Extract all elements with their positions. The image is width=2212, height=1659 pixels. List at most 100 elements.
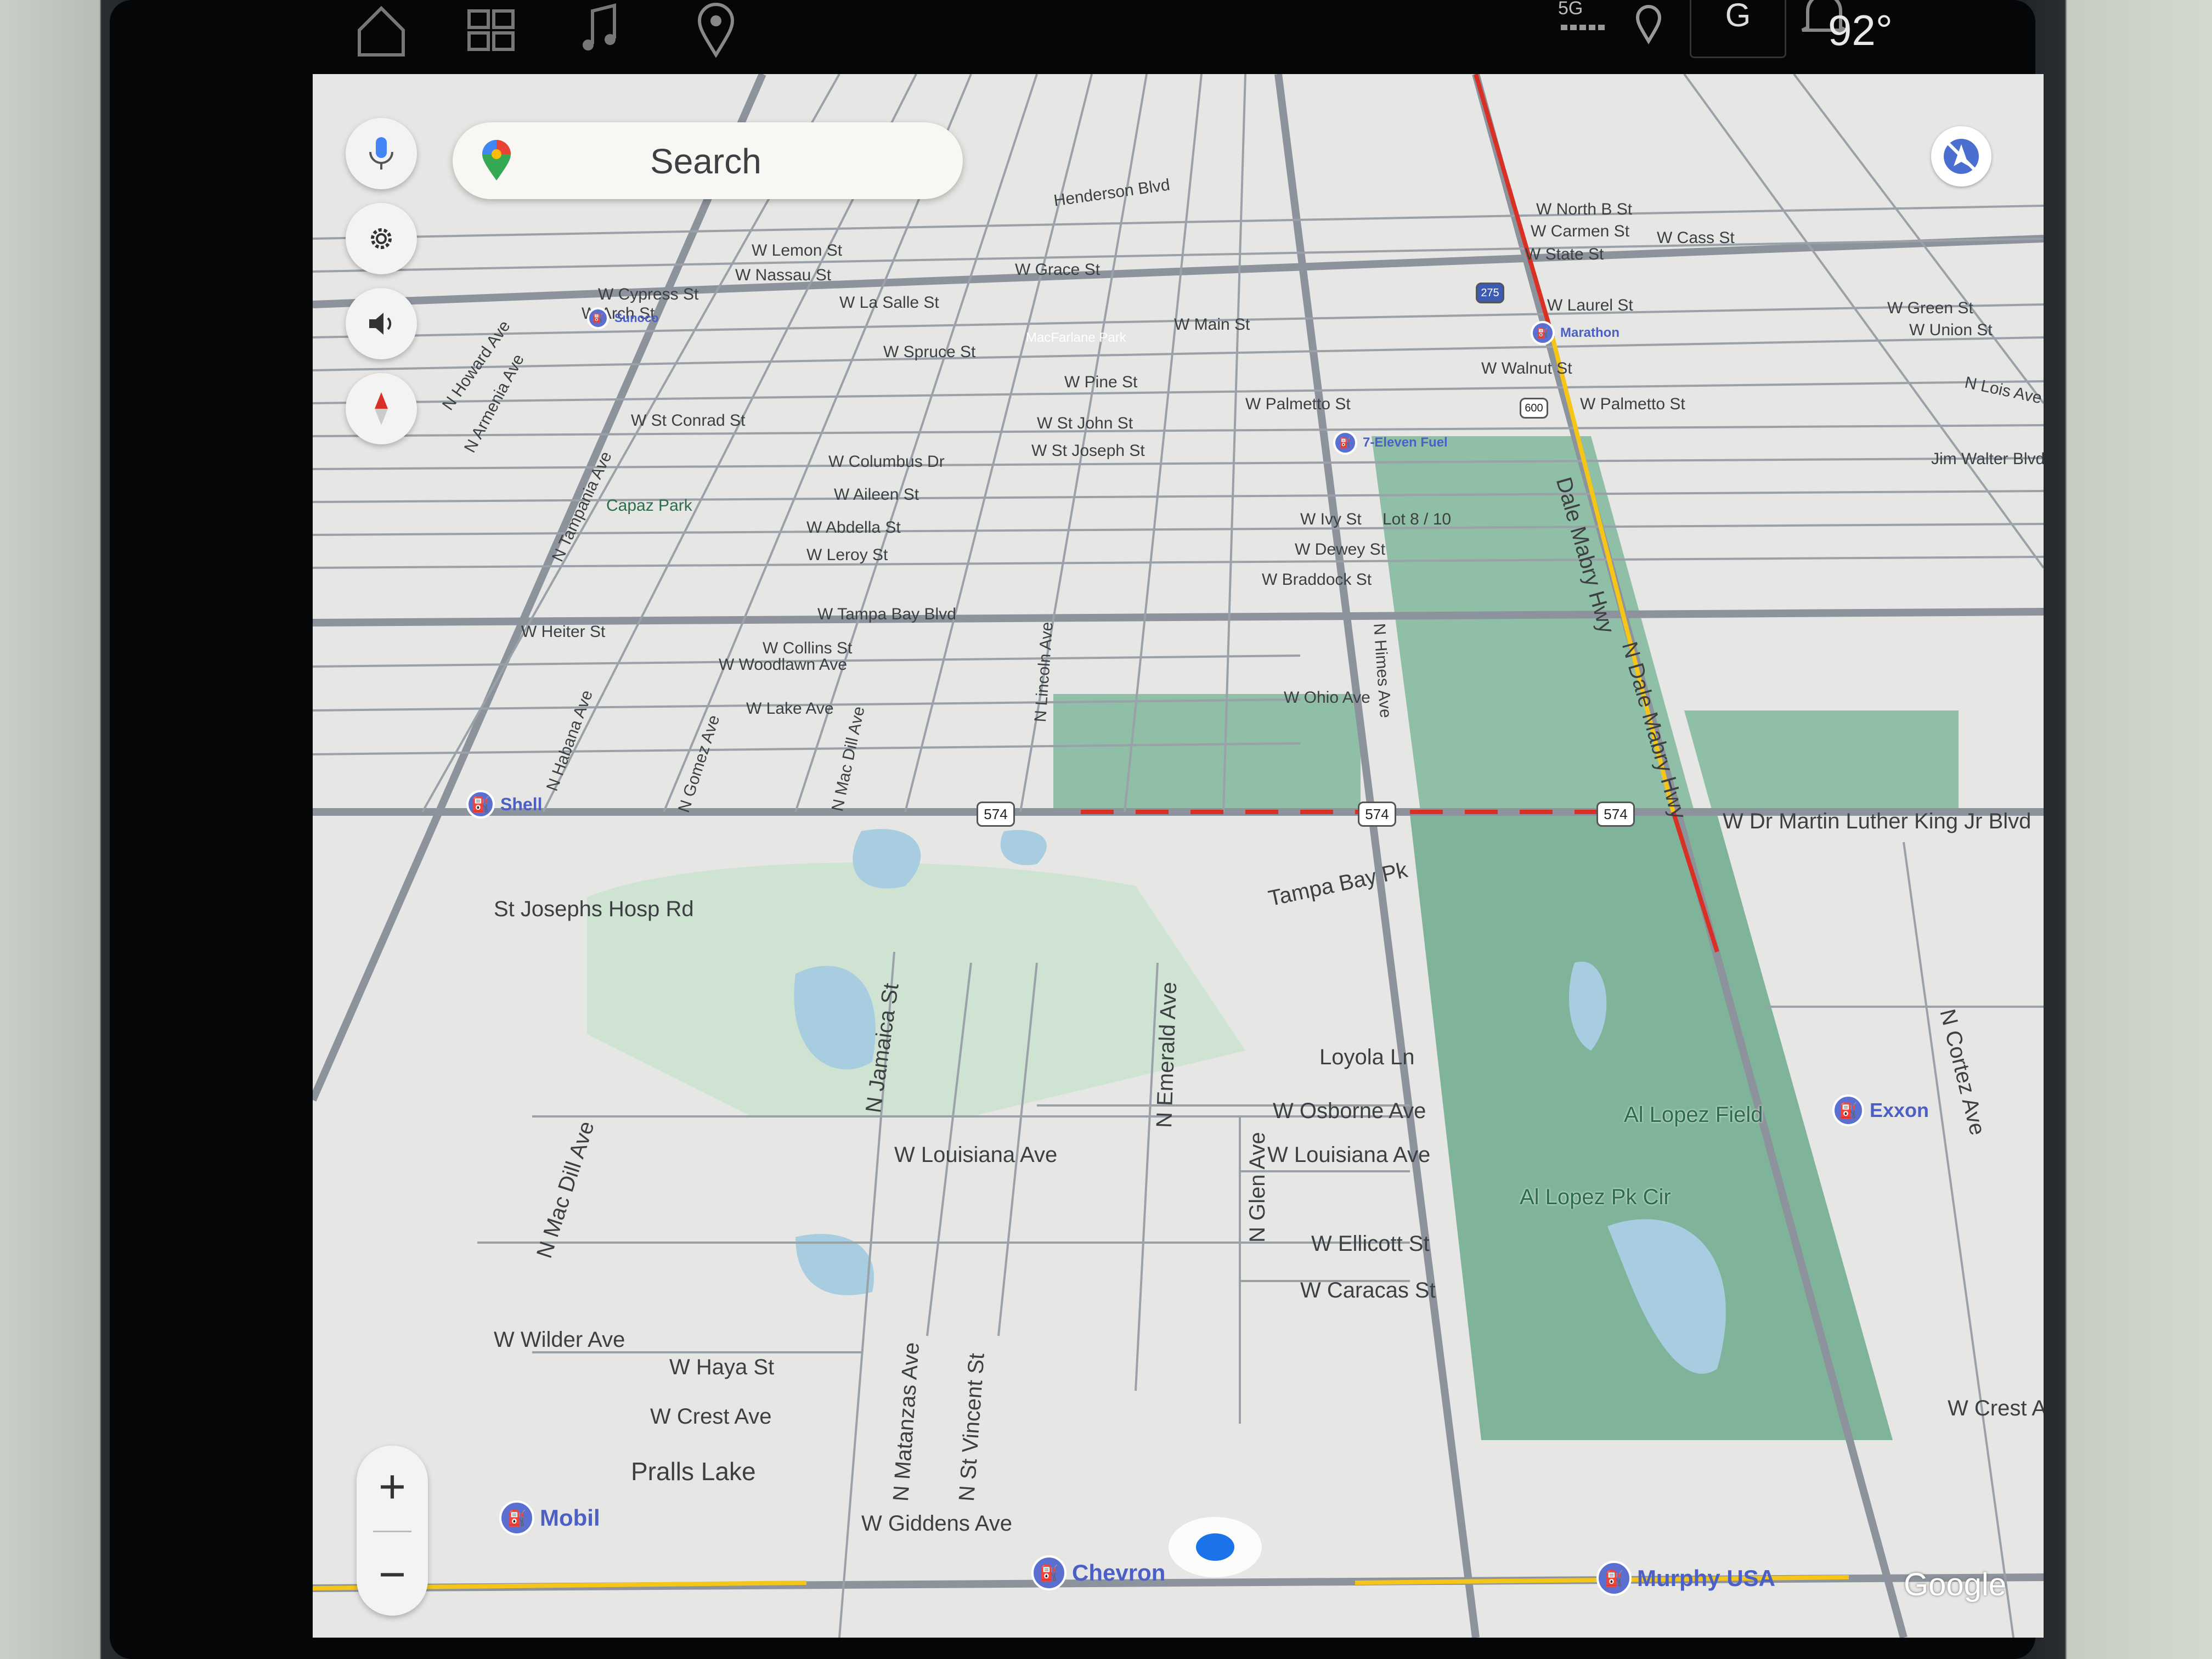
settings-button[interactable] (346, 203, 417, 274)
search-placeholder: Search (650, 142, 761, 181)
street-label: W La Salle St (839, 294, 939, 312)
no-traffic-layer-button[interactable] (1931, 126, 1991, 187)
gear-icon (371, 228, 392, 249)
street-label: W Lemon St (752, 241, 843, 259)
street-label: W Lake Ave (746, 699, 834, 718)
street-label: Loyola Ln (1319, 1045, 1415, 1069)
street-label: W Cass St (1657, 229, 1735, 247)
street-label: W Collins St (763, 639, 853, 657)
street-label: W Green St (1887, 299, 1973, 317)
google-attribution: Google (1904, 1567, 2007, 1602)
street-label: W Dr Martin Luther King Jr Blvd (1723, 809, 2032, 833)
street-label: W Crest Av (1948, 1396, 2044, 1420)
status-bar: 5G G 92° (307, 0, 2063, 74)
location-dot (1196, 1533, 1234, 1561)
zoom-out-button[interactable]: − (357, 1533, 428, 1616)
street-label: St Josephs Hosp Rd (494, 897, 694, 921)
poi-marathon[interactable]: ⛽ Marathon (1531, 321, 1620, 345)
street-label: W Tampa Bay Blvd (817, 605, 956, 623)
street-label: W Ohio Ave (1284, 689, 1370, 707)
zoom-control: + − (357, 1446, 428, 1616)
street-label: W Grace St (1015, 261, 1101, 279)
location-icon (1618, 0, 1679, 60)
street-label: W St Conrad St (631, 411, 746, 430)
temperature: 92° (1828, 6, 1893, 54)
poi-chevron[interactable]: ⛽ Chevron (1031, 1555, 1165, 1590)
home-icon[interactable] (351, 0, 411, 60)
street-label: W Union St (1909, 321, 1993, 339)
mic-icon (369, 137, 393, 170)
street-label: W Palmetto St (1580, 395, 1685, 413)
poi-sunoco[interactable]: ⛽ Sunoco (587, 307, 659, 329)
place-label: Lot 8 / 10 (1383, 510, 1452, 528)
street-label: W Leroy St (806, 546, 888, 564)
street-label: W Osborne Ave (1273, 1099, 1426, 1123)
poi-exxon[interactable]: ⛽ Exxon (1832, 1094, 1929, 1126)
place-label: Capaz Park (606, 496, 692, 515)
street-label: W Aileen St (834, 486, 919, 504)
street-label: W Ivy St (1300, 510, 1362, 528)
street-label: Jim Walter Blvd (1931, 450, 2044, 468)
road-network (313, 74, 2044, 1638)
profile-button[interactable]: G (1690, 0, 1786, 58)
place-label: Pralls Lake (631, 1457, 756, 1486)
poi-label: Shell (500, 794, 543, 814)
compass-icon (375, 392, 388, 425)
street-label: W St John St (1037, 414, 1133, 432)
street-label: W State St (1525, 245, 1604, 263)
route-shield: 574 (977, 802, 1015, 827)
search-bar[interactable]: Search (453, 122, 963, 199)
street-label: W Walnut St (1481, 359, 1572, 377)
profile-initial: G (1725, 0, 1751, 33)
street-label: W Abdella St (806, 518, 901, 537)
poi-mobil[interactable]: ⛽ Mobil (499, 1500, 600, 1536)
street-label: W Giddens Ave (861, 1511, 1012, 1536)
location-pin-icon[interactable] (686, 0, 746, 60)
street-label: W Haya St (669, 1355, 775, 1379)
gas-station-icon: ⛽ (499, 1500, 534, 1536)
mic-button[interactable] (346, 118, 417, 189)
poi-label: 7-Eleven Fuel (1363, 435, 1448, 450)
google-maps-pin-icon (482, 140, 511, 180)
gas-station-icon: ⛽ (1596, 1561, 1632, 1596)
street-label: W Ellicott St (1311, 1232, 1430, 1256)
street-label: W Louisiana Ave (894, 1143, 1058, 1167)
street-label: W Dewey St (1295, 540, 1386, 558)
current-location-marker[interactable] (1169, 1517, 1262, 1577)
poi-label: Marathon (1560, 325, 1620, 340)
apps-grid-icon[interactable] (461, 0, 521, 60)
street-label: W Columbus Dr (828, 453, 945, 471)
compass-button[interactable] (346, 373, 417, 444)
gas-station-icon: ⛽ (1031, 1555, 1066, 1590)
route-shield: 574 (1358, 802, 1396, 827)
poi-label: Mobil (540, 1505, 600, 1531)
volume-icon (369, 313, 392, 335)
street-label: W Wilder Ave (494, 1328, 625, 1352)
route-shield: 275 (1476, 283, 1504, 303)
poi-7-eleven[interactable]: ⛽ 7-Eleven Fuel (1333, 431, 1448, 455)
poi-shell[interactable]: ⛽ Shell (466, 790, 542, 819)
route-shield: 600 (1520, 398, 1548, 419)
infotainment-screen: 5G G 92° W Cypress St W Arch St W La Sal… (110, 0, 2044, 1659)
zoom-in-button[interactable]: + (357, 1446, 428, 1528)
street-label: W Main St (1174, 315, 1250, 334)
map-view[interactable]: W Cypress St W Arch St W La Salle St W M… (313, 74, 2044, 1638)
place-label: MacFarlane Park (1026, 330, 1126, 345)
street-label: W Crest Ave (650, 1404, 772, 1429)
volume-button[interactable] (346, 288, 417, 359)
street-label: W Pine St (1064, 373, 1138, 391)
street-label: W Braddock St (1262, 571, 1372, 589)
poi-label: Chevron (1072, 1560, 1166, 1585)
lake (1000, 830, 1047, 865)
gas-station-icon: ⛽ (587, 307, 609, 329)
street-label: W Laurel St (1547, 296, 1633, 314)
network-label: 5G (1558, 0, 1583, 19)
zoom-divider (373, 1531, 411, 1532)
music-note-icon[interactable] (571, 0, 631, 60)
route-shield: 574 (1596, 802, 1635, 827)
gas-station-icon: ⛽ (1531, 321, 1555, 345)
poi-murphy-usa[interactable]: ⛽ Murphy USA (1596, 1561, 1775, 1596)
street-label: W Nassau St (735, 266, 832, 284)
street-label: W Woodlawn Ave (719, 656, 848, 674)
poi-label: Sunoco (614, 311, 659, 325)
